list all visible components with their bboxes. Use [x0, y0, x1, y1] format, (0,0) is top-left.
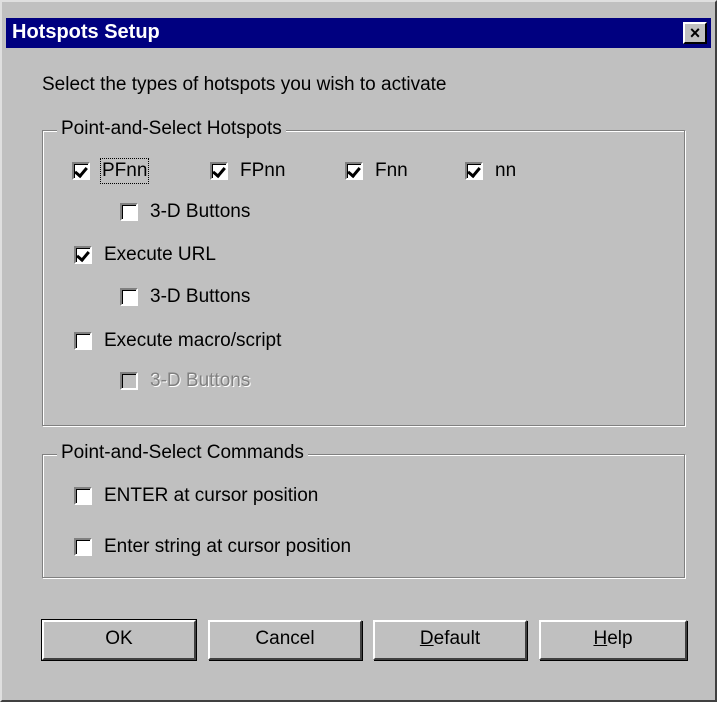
dialog-title: Hotspots Setup: [12, 21, 160, 43]
default-button[interactable]: Default: [373, 620, 527, 660]
help-button[interactable]: Help: [539, 620, 687, 660]
ok-button[interactable]: OK: [41, 619, 197, 661]
checkbox-box[interactable]: [120, 203, 138, 221]
cancel-button-label: Cancel: [255, 628, 315, 649]
fnn-checkbox[interactable]: Fnn: [345, 160, 408, 182]
macro-3d-buttons-checkbox: 3-D Buttons: [120, 370, 250, 392]
intro-text: Select the types of hotspots you wish to…: [42, 74, 447, 95]
default-rest: efault: [433, 628, 481, 649]
checkbox-box[interactable]: [74, 487, 92, 505]
checkbox-box[interactable]: [72, 162, 90, 180]
help-mnemonic: H: [593, 628, 608, 649]
execute-url-checkbox[interactable]: Execute URL: [74, 244, 216, 266]
checkbox-box[interactable]: [465, 162, 483, 180]
title-bar: Hotspots Setup ×: [6, 18, 711, 48]
close-button[interactable]: ×: [683, 22, 707, 44]
help-button-label: Help: [593, 622, 632, 656]
enter-string-label: Enter string at cursor position: [104, 536, 352, 557]
hotspots-group-label: Point-and-Select Hotspots: [57, 118, 286, 140]
pfnn-checkbox[interactable]: PFnn: [72, 158, 150, 184]
ok-button-label: OK: [105, 628, 133, 649]
enter-string-checkbox[interactable]: Enter string at cursor position: [74, 536, 351, 558]
commands-group-label: Point-and-Select Commands: [57, 442, 308, 464]
fnn-label: Fnn: [375, 160, 408, 181]
nn-checkbox[interactable]: nn: [465, 160, 516, 182]
commands-group: Point-and-Select Commands: [42, 442, 685, 578]
checkbox-box[interactable]: [74, 332, 92, 350]
execute-url-label: Execute URL: [104, 244, 216, 265]
nn-label: nn: [495, 160, 517, 181]
execute-macro-checkbox[interactable]: Execute macro/script: [74, 330, 281, 352]
help-rest: elp: [607, 628, 633, 649]
checkbox-box[interactable]: [210, 162, 228, 180]
fpnn-label: FPnn: [240, 160, 286, 181]
execute-macro-label: Execute macro/script: [104, 330, 282, 351]
checkbox-box[interactable]: [345, 162, 363, 180]
macro-3d-buttons-label: 3-D Buttons: [150, 370, 251, 391]
checkbox-box[interactable]: [74, 246, 92, 264]
cancel-button[interactable]: Cancel: [208, 620, 362, 660]
enter-at-cursor-checkbox[interactable]: ENTER at cursor position: [74, 485, 318, 507]
url-3d-buttons-checkbox[interactable]: 3-D Buttons: [120, 286, 250, 308]
close-icon: ×: [689, 23, 701, 43]
pfnn-label: PFnn: [99, 158, 150, 184]
default-button-label: Default: [420, 622, 480, 656]
pf-3d-buttons-checkbox[interactable]: 3-D Buttons: [120, 201, 250, 223]
checkbox-box[interactable]: [74, 538, 92, 556]
enter-at-cursor-label: ENTER at cursor position: [104, 485, 319, 506]
checkbox-box[interactable]: [120, 288, 138, 306]
url-3d-buttons-label: 3-D Buttons: [150, 286, 251, 307]
default-mnemonic: D: [419, 628, 434, 649]
fpnn-checkbox[interactable]: FPnn: [210, 160, 285, 182]
pf-3d-buttons-label: 3-D Buttons: [150, 201, 251, 222]
checkbox-box: [120, 372, 138, 390]
